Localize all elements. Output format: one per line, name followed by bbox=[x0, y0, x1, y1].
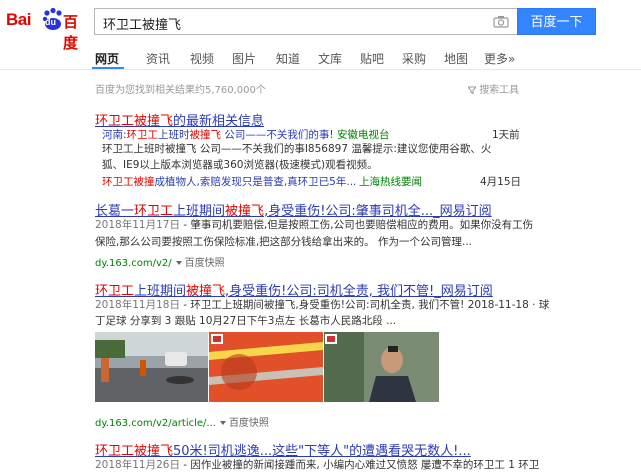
tab-news[interactable]: 资讯 bbox=[146, 50, 170, 67]
tab-zhidao[interactable]: 知道 bbox=[276, 50, 300, 67]
tab-tieba[interactable]: 贴吧 bbox=[360, 50, 384, 67]
result-image[interactable] bbox=[95, 332, 208, 402]
result-snippet: 2018年11月18日 - 环卫工上班期间被撞飞,身受重伤!公司:司机全责, 我… bbox=[95, 299, 550, 311]
news-item-source: 上海热线要闻 bbox=[359, 176, 422, 188]
news-item-time: 4月15日 bbox=[480, 176, 522, 188]
dropdown-icon[interactable] bbox=[219, 420, 226, 425]
image-vest-closeup bbox=[209, 332, 323, 402]
result-count: 百度为您找到相关结果约5,760,000个 bbox=[95, 85, 266, 96]
result-image[interactable] bbox=[324, 332, 439, 402]
result-snippet: 2018年11月26日 - 因作业被撞的新闻接踵而来, 小编内心难过又愤怒 屡遭… bbox=[95, 459, 540, 471]
tab-more[interactable]: 更多» bbox=[484, 50, 515, 67]
logo-text-bai: Bai bbox=[6, 10, 31, 29]
result-image[interactable] bbox=[209, 332, 323, 402]
dropdown-icon[interactable] bbox=[175, 260, 182, 265]
active-tab-indicator bbox=[92, 67, 124, 69]
tab-map[interactable]: 地图 bbox=[444, 50, 468, 67]
image-person-interview bbox=[324, 332, 439, 402]
baidu-logo[interactable]: Bai du 百度 bbox=[6, 6, 90, 52]
search-button[interactable]: 百度一下 bbox=[517, 8, 596, 35]
camera-icon[interactable] bbox=[493, 15, 509, 28]
search-input[interactable]: 环卫工被撞飞 bbox=[94, 8, 521, 35]
filter-icon bbox=[466, 86, 478, 95]
tab-procurement[interactable]: 采购 bbox=[402, 50, 426, 67]
result-snippet: 2018年11月17日 - 肇事司机要赔偿,但是按照工伤,公司也要赔偿相应的费用… bbox=[95, 219, 534, 231]
tab-images[interactable]: 图片 bbox=[232, 50, 256, 67]
news-item-source: 安徽电视台 bbox=[337, 129, 390, 141]
result-snippet: 保险,那么公司要按照工伤保险标准,把这部分钱给拿出来的。 作为一个公司管理... bbox=[95, 236, 473, 248]
news-item-title[interactable]: 河南:环卫工上班时被撞飞 公司——不关我们的事! bbox=[102, 127, 334, 142]
cache-link[interactable]: 百度快照 bbox=[185, 258, 225, 269]
tab-web[interactable]: 网页 bbox=[95, 50, 119, 67]
cache-link[interactable]: 百度快照 bbox=[229, 418, 269, 429]
search-tools-label: 搜索工具 bbox=[479, 85, 520, 96]
news-item-title[interactable]: 环卫工被撞成植物人,索赔发现只是普查,真环卫已5年... bbox=[102, 174, 356, 189]
tab-wenku[interactable]: 文库 bbox=[318, 50, 342, 67]
tab-video[interactable]: 视频 bbox=[190, 50, 214, 67]
search-tabs: 网页 资讯 视频 图片 知道 文库 贴吧 采购 地图 更多» bbox=[0, 42, 641, 70]
search-tools-button[interactable]: 搜索工具 bbox=[466, 81, 520, 96]
result-snippet: 丁足球 分享到 3 跟贴 10月27日下午3点左 长葛市人民路北段 ... bbox=[95, 315, 397, 327]
image-road-scene bbox=[95, 332, 208, 402]
result-url[interactable]: dy.163.com/v2/百度快照 bbox=[95, 254, 225, 269]
news-snippet-line: 环卫工上班时被撞飞 公司——不关我们的事I856897 温馨提示:建议您使用谷歌… bbox=[102, 143, 492, 155]
news-item[interactable]: 环卫工被撞成植物人,索赔发现只是普查,真环卫已5年... 上海热线要闻 bbox=[102, 173, 522, 190]
news-item-time: 1天前 bbox=[492, 129, 520, 141]
logo-text-du: du bbox=[45, 17, 56, 27]
result-url[interactable]: dy.163.com/v2/article/... 百度快照 bbox=[95, 414, 269, 429]
news-snippet-line: 狐、IE9以上版本浏览器或360浏览器(极速模式)观看视频。 bbox=[102, 159, 378, 171]
search-query: 环卫工被撞飞 bbox=[103, 18, 182, 33]
